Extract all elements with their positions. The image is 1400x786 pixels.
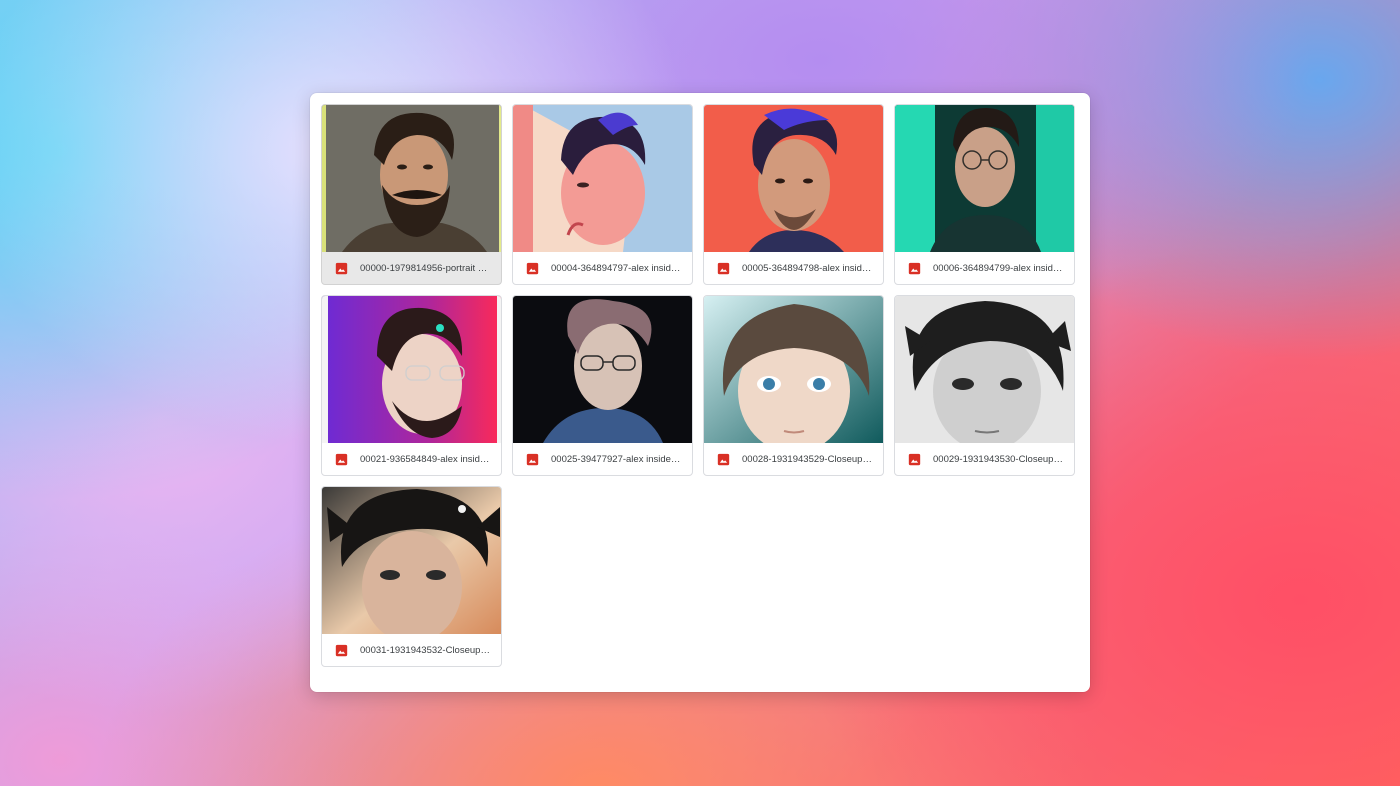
file-card[interactable]: 00006-364894799-alex inside a green back… (894, 104, 1075, 285)
file-label-row: 00006-364894799-alex inside a green back… (895, 252, 1074, 284)
file-name: 00005-364894798-alex inside a red backgr… (742, 262, 874, 274)
image-thumbnail (513, 105, 692, 252)
file-name: 00000-1979814956-portrait of a man with … (360, 262, 492, 274)
image-icon (908, 262, 921, 274)
file-name: 00004-364894797-alex inside a pink backg… (551, 262, 683, 274)
file-browser-window: 00000-1979814956-portrait of a man with … (310, 93, 1090, 692)
file-name: 00025-39477927-alex inside the dark (551, 453, 683, 465)
image-icon (717, 453, 730, 465)
image-icon (526, 262, 539, 274)
thumbnail-grid: 00000-1979814956-portrait of a man with … (321, 104, 1075, 667)
file-card[interactable]: 00025-39477927-alex inside the dark (512, 295, 693, 476)
image-icon (335, 644, 348, 656)
image-thumbnail (895, 105, 1074, 252)
image-icon (717, 262, 730, 274)
file-label-row: 00029-1931943530-Closeup face portrait (895, 443, 1074, 475)
image-thumbnail (704, 105, 883, 252)
file-name: 00006-364894799-alex inside a green back… (933, 262, 1065, 274)
file-card[interactable]: 00031-1931943532-Closeup face portrait (321, 486, 502, 667)
file-label-row: 00021-936584849-alex inside a purple bac… (322, 443, 501, 475)
file-card[interactable]: 00005-364894798-alex inside a red backgr… (703, 104, 884, 285)
image-thumbnail (322, 487, 501, 634)
file-card[interactable]: 00000-1979814956-portrait of a man with … (321, 104, 502, 285)
file-card[interactable]: 00028-1931943529-Closeup face portrait (703, 295, 884, 476)
file-card[interactable]: 00004-364894797-alex inside a pink backg… (512, 104, 693, 285)
image-icon (335, 262, 348, 274)
image-icon (908, 453, 921, 465)
file-name: 00028-1931943529-Closeup face portrait (742, 453, 874, 465)
file-label-row: 00000-1979814956-portrait of a man with … (322, 252, 501, 284)
image-thumbnail (895, 296, 1074, 443)
file-card[interactable]: 00029-1931943530-Closeup face portrait (894, 295, 1075, 476)
file-label-row: 00028-1931943529-Closeup face portrait (704, 443, 883, 475)
file-name: 00029-1931943530-Closeup face portrait (933, 453, 1065, 465)
file-name: 00031-1931943532-Closeup face portrait (360, 644, 492, 656)
file-label-row: 00005-364894798-alex inside a red backgr… (704, 252, 883, 284)
image-icon (526, 453, 539, 465)
image-thumbnail (322, 105, 501, 252)
image-thumbnail (704, 296, 883, 443)
file-name: 00021-936584849-alex inside a purple bac… (360, 453, 492, 465)
image-icon (335, 453, 348, 465)
file-label-row: 00031-1931943532-Closeup face portrait (322, 634, 501, 666)
image-thumbnail (322, 296, 501, 443)
file-card[interactable]: 00021-936584849-alex inside a purple bac… (321, 295, 502, 476)
file-label-row: 00025-39477927-alex inside the dark (513, 443, 692, 475)
image-thumbnail (513, 296, 692, 443)
file-label-row: 00004-364894797-alex inside a pink backg… (513, 252, 692, 284)
